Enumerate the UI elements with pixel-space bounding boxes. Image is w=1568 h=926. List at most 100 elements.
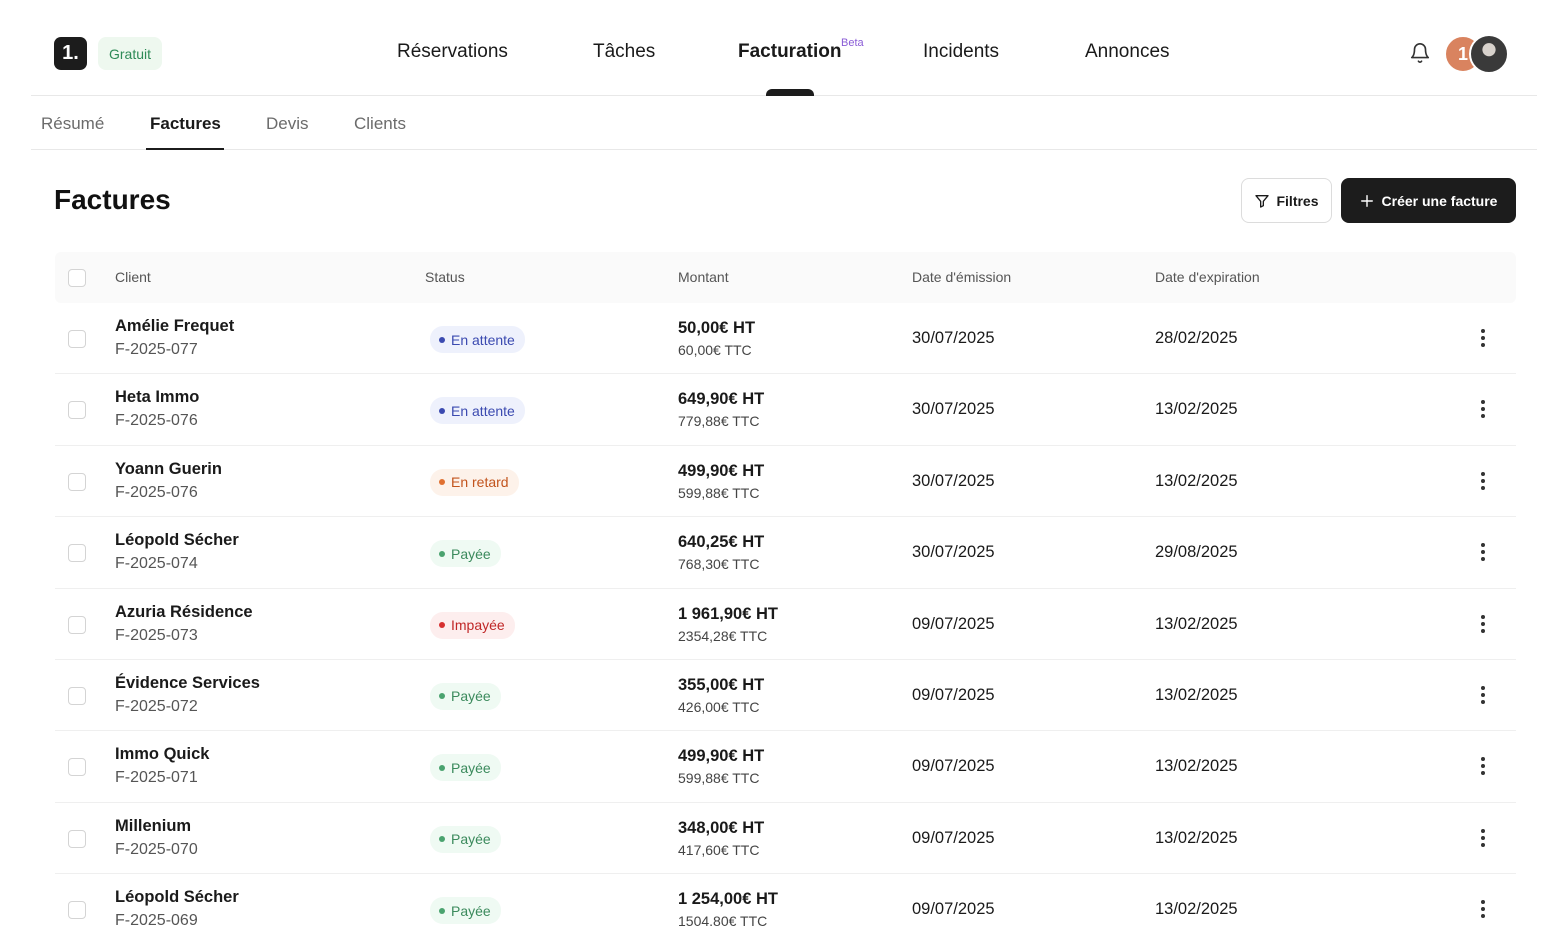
status-dot bbox=[439, 407, 445, 414]
more-options-icon[interactable] bbox=[1473, 827, 1493, 849]
issue-date: 09/07/2025 bbox=[912, 685, 995, 704]
main-nav: Réservations Tâches Facturation Beta Inc… bbox=[31, 0, 1537, 96]
create-invoice-button[interactable]: Créer une facture bbox=[1341, 178, 1516, 223]
tab-clients[interactable]: Clients bbox=[354, 114, 406, 134]
table-row[interactable]: Millenium F-2025-070 Payée 348,00€ HT 41… bbox=[55, 803, 1516, 875]
table-row[interactable]: Immo Quick F-2025-071 Payée 499,90€ HT 5… bbox=[55, 731, 1516, 803]
row-checkbox[interactable] bbox=[68, 472, 86, 491]
row-checkbox[interactable] bbox=[68, 686, 86, 705]
status-badge: Payée bbox=[430, 754, 501, 782]
nav-facturation[interactable]: Facturation bbox=[738, 41, 841, 63]
page-title: Factures bbox=[54, 184, 171, 215]
client-name[interactable]: Évidence Services bbox=[115, 674, 260, 693]
client-name[interactable]: Millenium bbox=[115, 817, 191, 836]
nav-incidents[interactable]: Incidents bbox=[923, 41, 999, 63]
more-options-icon[interactable] bbox=[1473, 398, 1493, 420]
client-name[interactable]: Amélie Frequet bbox=[115, 317, 234, 336]
amount-ttc: 1504,80€ TTC bbox=[678, 913, 768, 926]
amount-ttc: 768,30€ TTC bbox=[678, 556, 760, 573]
issue-date: 09/07/2025 bbox=[912, 828, 995, 847]
row-checkbox[interactable] bbox=[68, 829, 86, 848]
table-body: Amélie Frequet F-2025-077 En attente 50,… bbox=[55, 303, 1516, 926]
expiration-date: 13/02/2025 bbox=[1155, 757, 1238, 776]
row-checkbox[interactable] bbox=[68, 901, 86, 920]
amount-ttc: 599,88€ TTC bbox=[678, 770, 760, 787]
status-label: Payée bbox=[451, 831, 491, 848]
more-options-icon[interactable] bbox=[1473, 541, 1493, 563]
tab-factures[interactable]: Factures bbox=[150, 114, 221, 134]
bell-icon[interactable] bbox=[1409, 41, 1431, 65]
row-checkbox[interactable] bbox=[68, 330, 86, 348]
column-header-client[interactable]: Client bbox=[115, 269, 151, 285]
row-checkbox[interactable] bbox=[68, 544, 86, 563]
client-name[interactable]: Azuria Résidence bbox=[115, 603, 253, 622]
row-checkbox[interactable] bbox=[68, 758, 86, 777]
expiration-date: 13/02/2025 bbox=[1155, 900, 1238, 919]
nav-reservations[interactable]: Réservations bbox=[397, 41, 508, 63]
table-row[interactable]: Azuria Résidence F-2025-073 Impayée 1 96… bbox=[55, 589, 1516, 660]
row-checkbox[interactable] bbox=[68, 615, 86, 634]
table-row[interactable]: Évidence Services F-2025-072 Payée 355,0… bbox=[55, 660, 1516, 732]
invoice-number: F-2025-077 bbox=[115, 341, 198, 358]
status-dot bbox=[439, 479, 445, 486]
more-options-icon[interactable] bbox=[1473, 327, 1493, 349]
amount-ttc: 599,88€ TTC bbox=[678, 484, 760, 501]
amount-ht: 348,00€ HT bbox=[678, 818, 765, 837]
plus-icon bbox=[1360, 194, 1373, 207]
more-options-icon[interactable] bbox=[1473, 898, 1493, 920]
nav-annonces[interactable]: Annonces bbox=[1085, 41, 1170, 63]
client-name[interactable]: Heta Immo bbox=[115, 388, 199, 407]
active-nav-indicator bbox=[766, 89, 814, 96]
invoice-number: F-2025-074 bbox=[115, 555, 198, 573]
tab-devis[interactable]: Devis bbox=[266, 114, 309, 134]
status-label: En attente bbox=[451, 402, 515, 419]
expiration-date: 29/08/2025 bbox=[1155, 543, 1238, 562]
more-options-icon[interactable] bbox=[1473, 755, 1493, 777]
more-options-icon[interactable] bbox=[1473, 684, 1493, 706]
nav-taches[interactable]: Tâches bbox=[593, 41, 655, 63]
issue-date: 09/07/2025 bbox=[912, 900, 995, 919]
tab-resume[interactable]: Résumé bbox=[41, 114, 104, 134]
status-label: Impayée bbox=[451, 617, 505, 634]
amount-ht: 499,90€ HT bbox=[678, 747, 765, 766]
status-dot bbox=[439, 764, 445, 771]
client-name[interactable]: Léopold Sécher bbox=[115, 888, 239, 907]
client-name[interactable]: Léopold Sécher bbox=[115, 531, 239, 550]
expiration-date: 13/02/2025 bbox=[1155, 614, 1238, 633]
expiration-date: 13/02/2025 bbox=[1155, 400, 1238, 419]
status-badge: Payée bbox=[430, 540, 501, 568]
active-tab-underline bbox=[146, 148, 224, 150]
amount-ht: 640,25€ HT bbox=[678, 533, 765, 552]
column-header-date-expiration[interactable]: Date d'expiration bbox=[1155, 269, 1260, 285]
expiration-date: 28/02/2025 bbox=[1155, 329, 1238, 347]
amount-ttc: 426,00€ TTC bbox=[678, 698, 760, 715]
filter-button[interactable]: Filtres bbox=[1241, 178, 1332, 223]
user-avatar[interactable] bbox=[1469, 34, 1509, 74]
status-label: En retard bbox=[451, 474, 509, 491]
row-checkbox[interactable] bbox=[68, 401, 86, 420]
invoice-number: F-2025-071 bbox=[115, 769, 198, 787]
client-name[interactable]: Immo Quick bbox=[115, 745, 209, 764]
column-header-status[interactable]: Status bbox=[425, 269, 465, 285]
more-options-icon[interactable] bbox=[1473, 613, 1493, 635]
status-dot bbox=[439, 907, 445, 914]
table-row[interactable]: Amélie Frequet F-2025-077 En attente 50,… bbox=[55, 303, 1516, 375]
column-header-montant[interactable]: Montant bbox=[678, 269, 729, 285]
amount-ttc: 779,88€ TTC bbox=[678, 413, 760, 430]
amount-ttc: 60,00€ TTC bbox=[678, 342, 752, 358]
beta-badge: Beta bbox=[841, 37, 864, 49]
amount-ttc: 2354,28€ TTC bbox=[678, 627, 768, 644]
table-row[interactable]: Yoann Guerin F-2025-076 En retard 499,90… bbox=[55, 446, 1516, 518]
table-row[interactable]: Léopold Sécher F-2025-074 Payée 640,25€ … bbox=[55, 517, 1516, 589]
filter-icon bbox=[1255, 194, 1270, 208]
table-row[interactable]: Léopold Sécher F-2025-069 Payée 1 254,00… bbox=[55, 874, 1516, 926]
client-name[interactable]: Yoann Guerin bbox=[115, 460, 222, 479]
column-header-date-emission[interactable]: Date d'émission bbox=[912, 269, 1011, 285]
status-dot bbox=[439, 836, 445, 843]
issue-date: 30/07/2025 bbox=[912, 471, 995, 490]
select-all-checkbox[interactable] bbox=[68, 269, 86, 287]
status-badge: En attente bbox=[430, 326, 525, 353]
table-row[interactable]: Heta Immo F-2025-076 En attente 649,90€ … bbox=[55, 374, 1516, 446]
more-options-icon[interactable] bbox=[1473, 470, 1493, 492]
invoice-number: F-2025-069 bbox=[115, 912, 198, 926]
